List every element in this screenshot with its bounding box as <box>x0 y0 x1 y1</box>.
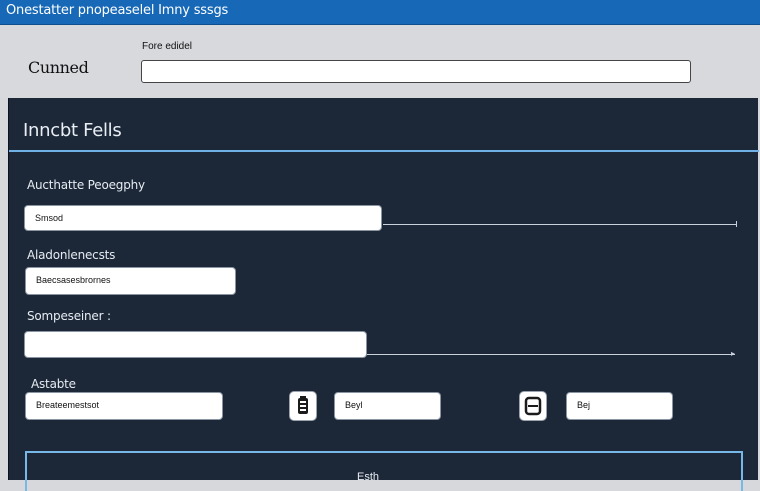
current-label: Cunned <box>28 58 89 77</box>
input-fields-panel: Inncbt Fells Aucthatte Peoegphy Smsod Al… <box>8 98 759 491</box>
bottom-section: Esth <box>25 451 743 491</box>
field-4-input-c[interactable]: Bej <box>566 392 673 420</box>
field-2-label: Aladonlenecsts <box>27 248 116 262</box>
field-4-label: Astabte <box>31 377 76 391</box>
field-2-input[interactable]: Baecsasesbrornes <box>25 267 236 295</box>
battery-icon-button[interactable] <box>289 391 317 421</box>
field-3-rule <box>367 354 735 355</box>
field-4-input-a[interactable]: Breateemestsot <box>25 392 223 420</box>
field-1-input[interactable]: Smsod <box>24 205 382 231</box>
title-bar: Onestatter pnopeaselel Imny sssgs <box>0 0 760 25</box>
field-3-input[interactable] <box>24 331 367 358</box>
field-1-rule-tick <box>736 221 737 227</box>
field-1-label: Aucthatte Peoegphy <box>27 178 145 192</box>
field-3-rule-arrow: ▸ <box>731 349 736 358</box>
window-title: Onestatter pnopeaselel Imny sssgs <box>6 3 229 18</box>
field-4-input-b[interactable]: Beyl <box>334 392 441 420</box>
panel-title: Inncbt Fells <box>23 120 122 141</box>
top-toolbar: Cunned Fore edidel <box>0 25 760 98</box>
battery-icon <box>298 396 308 414</box>
panel-divider <box>9 150 759 152</box>
field-3-label: Sompeseiner : <box>27 309 111 323</box>
top-field-label: Fore edidel <box>142 41 193 52</box>
bottom-section-text: Esth <box>357 471 380 483</box>
save-icon <box>524 396 542 416</box>
field-1-rule <box>383 224 737 225</box>
top-text-input[interactable] <box>141 60 691 83</box>
save-icon-button[interactable] <box>519 391 547 421</box>
